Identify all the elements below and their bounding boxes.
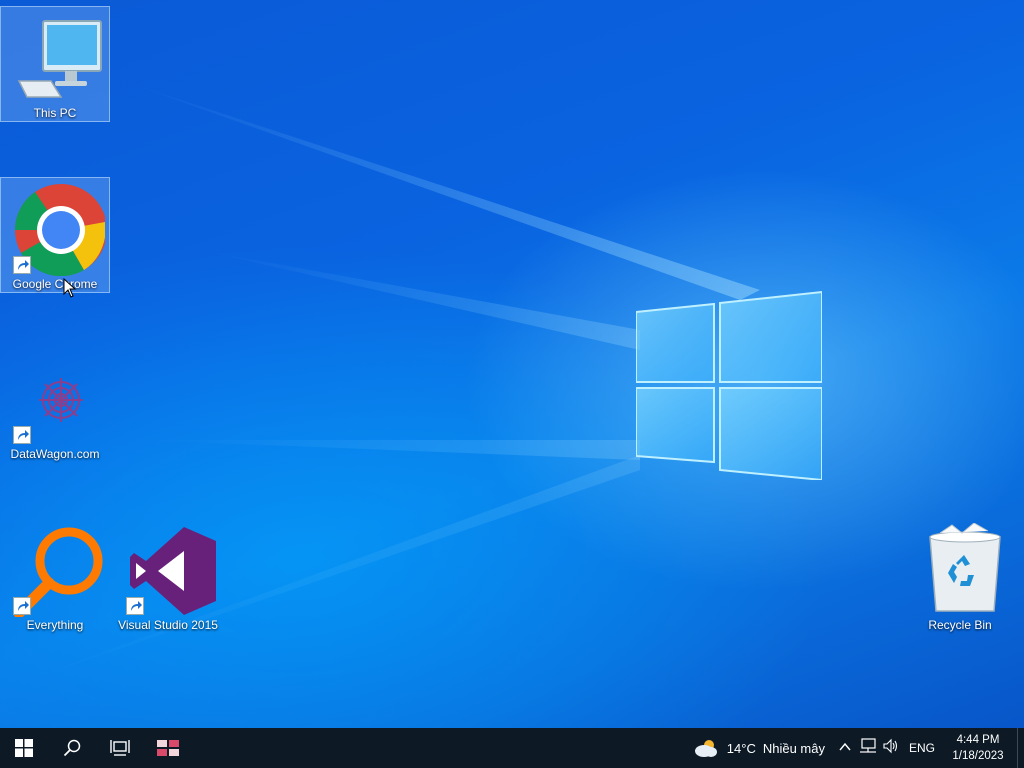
desktop-icon-label: Everything	[26, 618, 84, 632]
weather-widget[interactable]: 14°C Nhiều mây	[693, 738, 825, 758]
taskbar: 14°C Nhiều mây ENG 4:44 PM 1/18/2023	[0, 728, 1024, 768]
taskbar-pinned-app[interactable]	[144, 728, 192, 768]
shortcut-arrow-icon	[13, 426, 31, 444]
task-view-icon	[110, 740, 130, 756]
shortcut-arrow-icon	[126, 597, 144, 615]
weather-temperature: 14°C	[726, 740, 756, 756]
task-view-button[interactable]	[96, 728, 144, 768]
desktop-icon-label: Recycle Bin	[928, 618, 992, 632]
show-hidden-icons-button[interactable]	[839, 739, 851, 757]
windows-logo-wallpaper	[636, 290, 822, 480]
desktop-icon-label: Google Chrome	[12, 277, 98, 291]
windows-start-icon	[15, 739, 33, 757]
search-button[interactable]	[48, 728, 96, 768]
recycle-bin-icon	[910, 522, 1010, 617]
this-pc-shortcut[interactable]: This PC	[0, 6, 110, 122]
recycle-bin-shortcut[interactable]: Recycle Bin	[905, 519, 1015, 635]
datawagon-shortcut[interactable]: DataWagon.com	[0, 348, 110, 464]
desktop-icon-label: This PC	[33, 106, 77, 120]
desktop-wallpaper[interactable]: This PC Google Chrome DataWagon.com Ever…	[0, 0, 1024, 728]
shortcut-arrow-icon	[13, 256, 31, 274]
weather-condition: Nhiều mây	[762, 740, 825, 756]
system-tray: 14°C Nhiều mây ENG 4:44 PM 1/18/2023	[693, 728, 1024, 768]
show-desktop-button[interactable]	[1017, 728, 1024, 768]
chrome-icon	[5, 182, 107, 277]
desktop-icon-label: Visual Studio 2015	[118, 618, 218, 632]
computer-icon	[5, 11, 105, 105]
input-language-indicator[interactable]: ENG	[909, 741, 935, 755]
network-button[interactable]	[859, 737, 877, 759]
datawagon-icon	[5, 352, 105, 446]
clock[interactable]: 4:44 PM 1/18/2023	[945, 732, 1011, 764]
google-chrome-shortcut[interactable]: Google Chrome	[0, 177, 110, 293]
shortcut-arrow-icon	[13, 597, 31, 615]
mouse-cursor-icon	[63, 278, 77, 298]
magnifier-icon	[5, 523, 105, 619]
volume-button[interactable]	[883, 738, 899, 759]
everything-shortcut[interactable]: Everything	[0, 519, 110, 635]
start-button[interactable]	[0, 728, 48, 768]
clock-time: 4:44 PM	[956, 734, 1000, 746]
cloudy-sun-icon	[694, 740, 717, 757]
speaker-icon	[883, 738, 898, 753]
visual-studio-shortcut[interactable]: Visual Studio 2015	[113, 519, 223, 635]
pinned-app-icon	[157, 740, 179, 756]
network-icon	[859, 737, 876, 753]
clock-date: 1/18/2023	[952, 750, 1004, 762]
chevron-up-icon	[839, 742, 851, 751]
search-icon	[63, 739, 81, 757]
visual-studio-icon	[118, 523, 218, 617]
desktop-icon-label: DataWagon.com	[10, 447, 100, 461]
